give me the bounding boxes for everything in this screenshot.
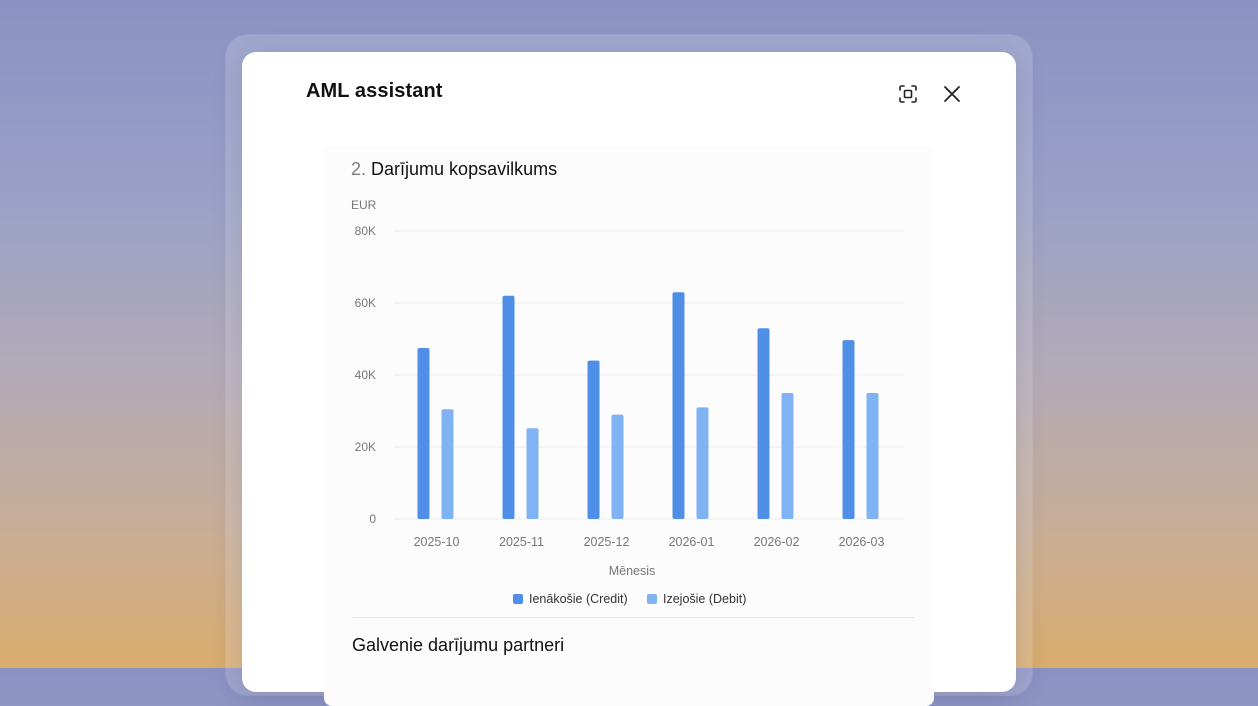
bar-credit [587,360,600,519]
modal-title: AML assistant [306,80,443,102]
legend-swatch-debit [647,594,657,604]
y-tick-label: 20K [355,440,376,454]
x-tick-label: 2025-12 [584,535,630,549]
legend-label-credit: Ienākošie (Credit) [529,592,628,606]
section-divider [352,617,914,618]
bar-debit [696,407,709,519]
y-unit-label: EUR [351,198,377,212]
y-tick-label: 60K [355,296,376,310]
aml-assistant-modal: AML assistant 2. Darījumu kopsavilkums E… [242,52,1016,706]
x-tick-label: 2025-11 [499,535,544,549]
bar-debit [611,414,624,519]
legend-label-debit: Izejošie (Debit) [663,592,746,606]
x-axis-label: Mēnesis [609,564,656,578]
section-heading: 2. Darījumu kopsavilkums [351,159,557,180]
bar-debit [781,393,794,519]
bar-credit [672,292,685,519]
legend-swatch-credit [513,594,523,604]
x-tick-label: 2025-10 [414,535,460,549]
chart-svg: EUR 0 20K 40K 60K 80K 2025-10 2025-11 2025-12 202… [351,198,904,606]
bar-debit [866,393,879,519]
focus-frame-icon[interactable] [896,82,920,106]
transactions-chart: EUR 0 20K 40K 60K 80K 2025-10 2025-11 2025-12 202… [324,190,934,610]
y-tick-label: 40K [355,368,376,382]
partners-heading: Galvenie darījumu partneri [352,635,565,655]
x-tick-label: 2026-03 [839,535,885,549]
bar-credit [417,348,430,519]
section-number: 2. [351,159,367,179]
bar-credit [502,295,515,519]
y-tick-label: 80K [355,224,376,238]
bar-credit [842,340,855,519]
x-tick-label: 2026-01 [669,535,715,549]
bar-credit [757,328,770,519]
bar-debit [526,428,539,519]
section-title: Darījumu kopsavilkums [371,159,558,179]
bar-debit [441,409,454,519]
y-tick-label: 0 [369,512,376,526]
x-tick-label: 2026-02 [754,535,800,549]
close-icon[interactable] [940,82,964,106]
